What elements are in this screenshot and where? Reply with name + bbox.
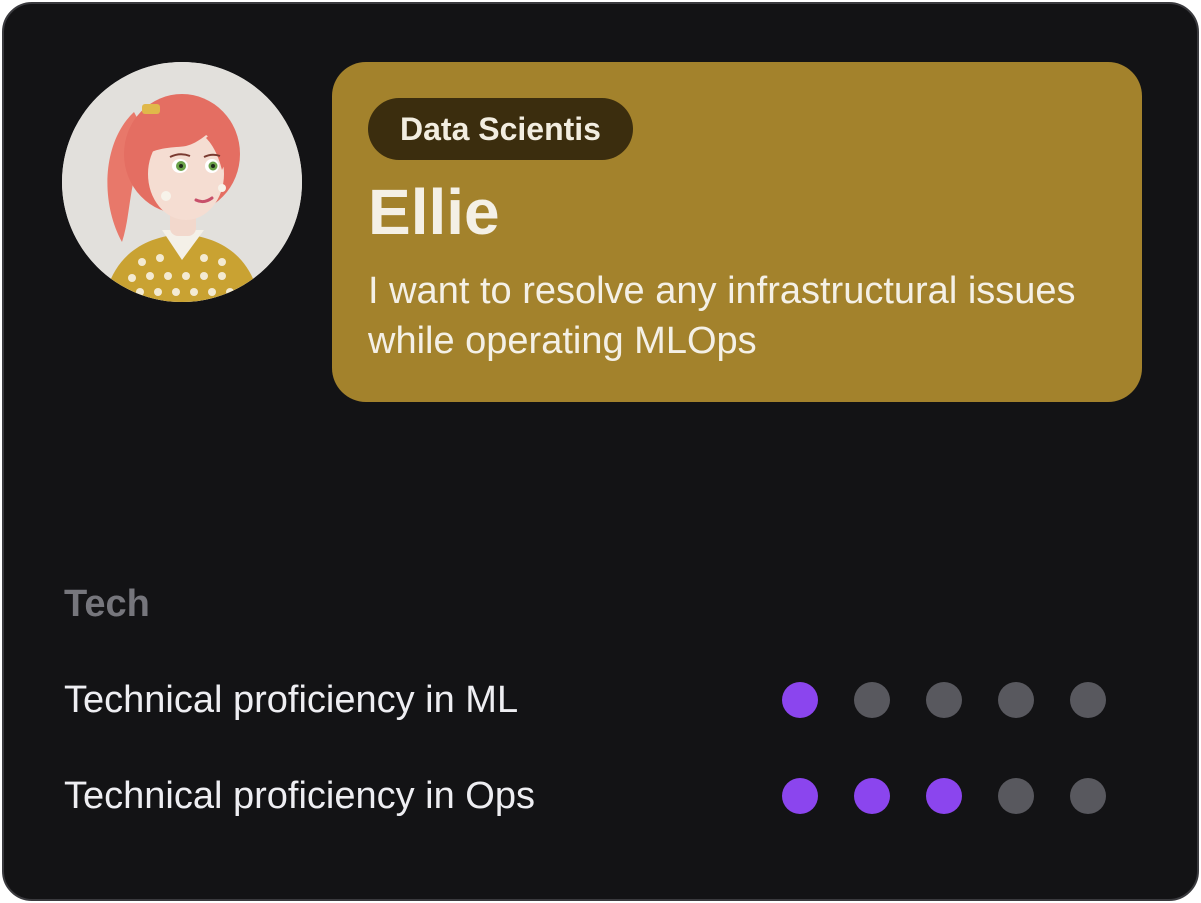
rating-dot-empty bbox=[998, 682, 1034, 718]
skill-label: Technical proficiency in Ops bbox=[64, 775, 535, 817]
rating-dot-empty bbox=[998, 778, 1034, 814]
rating-dot-filled bbox=[782, 682, 818, 718]
persona-card: Data Scientis Ellie I want to resolve an… bbox=[2, 2, 1199, 901]
rating-dot-filled bbox=[926, 778, 962, 814]
tech-section-title: Tech bbox=[64, 583, 150, 625]
cartoon-woman-avatar-icon bbox=[62, 62, 302, 302]
persona-name: Ellie bbox=[368, 176, 500, 248]
skill-label: Technical proficiency in ML bbox=[64, 679, 519, 721]
role-badge: Data Scientis bbox=[368, 98, 633, 160]
persona-header: Data Scientis Ellie I want to resolve an… bbox=[332, 62, 1142, 402]
persona-goal: I want to resolve any infrastructural is… bbox=[368, 270, 1076, 362]
skill-row-ops: Technical proficiency in Ops bbox=[64, 766, 1144, 826]
rating-dot-empty bbox=[1070, 778, 1106, 814]
rating-dot-filled bbox=[854, 778, 890, 814]
rating-dot-empty bbox=[854, 682, 890, 718]
avatar bbox=[62, 62, 302, 302]
skill-row-ml: Technical proficiency in ML bbox=[64, 670, 1144, 730]
rating-dot-empty bbox=[1070, 682, 1106, 718]
rating-dot-filled bbox=[782, 778, 818, 814]
rating-dot-empty bbox=[926, 682, 962, 718]
